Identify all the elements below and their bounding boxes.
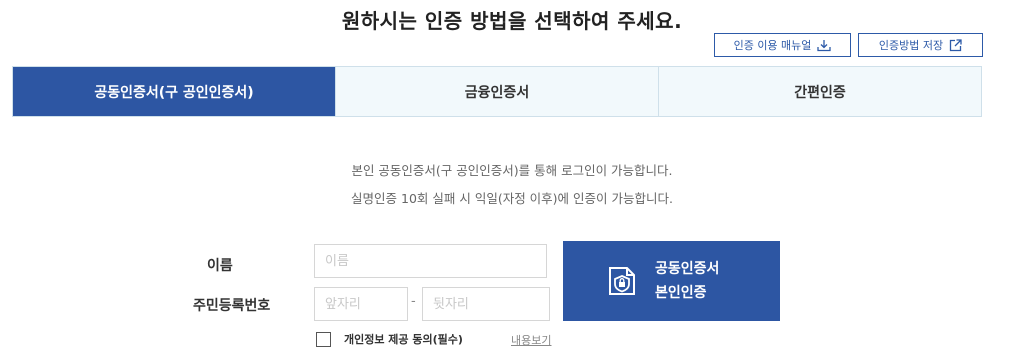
description-line-1: 본인 공동인증서(구 공인인증서)를 통해 로그인이 가능합니다. — [351, 163, 673, 178]
external-link-icon — [949, 38, 962, 52]
download-icon — [817, 39, 832, 52]
save-auth-method-label: 인증방법 저장 — [878, 39, 944, 52]
rrn-front-input[interactable] — [314, 287, 408, 321]
description-line-2: 실명인증 10회 실패 시 익일(자정 이후)에 인증이 가능합니다. — [351, 191, 673, 206]
manual-download-label: 인증 이용 매뉴얼 — [733, 39, 812, 52]
auth-method-tabs: 공동인증서(구 공인인증서) 금융인증서 간편인증 — [12, 66, 982, 117]
joint-cert-auth-button[interactable]: 공동인증서 본인인증 — [563, 241, 780, 321]
joint-cert-auth-line1: 공동인증서 — [655, 261, 720, 277]
manual-download-button[interactable]: 인증 이용 매뉴얼 — [714, 33, 851, 57]
certificate-lock-icon — [605, 264, 639, 298]
privacy-agreement: 개인정보 제공 동의(필수) — [316, 331, 463, 347]
privacy-agree-checkbox[interactable] — [316, 331, 331, 347]
joint-cert-auth-label: 공동인증서 본인인증 — [655, 257, 719, 305]
joint-cert-auth-line2: 본인인증 — [655, 285, 707, 301]
tab-simple-auth[interactable]: 간편인증 — [658, 67, 981, 116]
rrn-separator: - — [411, 294, 416, 309]
view-terms-link[interactable]: 내용보기 — [511, 332, 551, 348]
rrn-label: 주민등록번호 — [193, 298, 271, 314]
name-input[interactable] — [314, 244, 547, 278]
save-auth-method-button[interactable]: 인증방법 저장 — [858, 33, 983, 57]
name-label: 이름 — [207, 258, 233, 274]
privacy-agree-label: 개인정보 제공 동의(필수) — [344, 333, 463, 346]
rrn-back-input[interactable] — [422, 287, 550, 321]
tab-financial-certificate[interactable]: 금융인증서 — [335, 67, 658, 116]
tab-joint-certificate[interactable]: 공동인증서(구 공인인증서) — [13, 67, 335, 116]
page-title: 원하시는 인증 방법을 선택하여 주세요. — [341, 9, 683, 33]
